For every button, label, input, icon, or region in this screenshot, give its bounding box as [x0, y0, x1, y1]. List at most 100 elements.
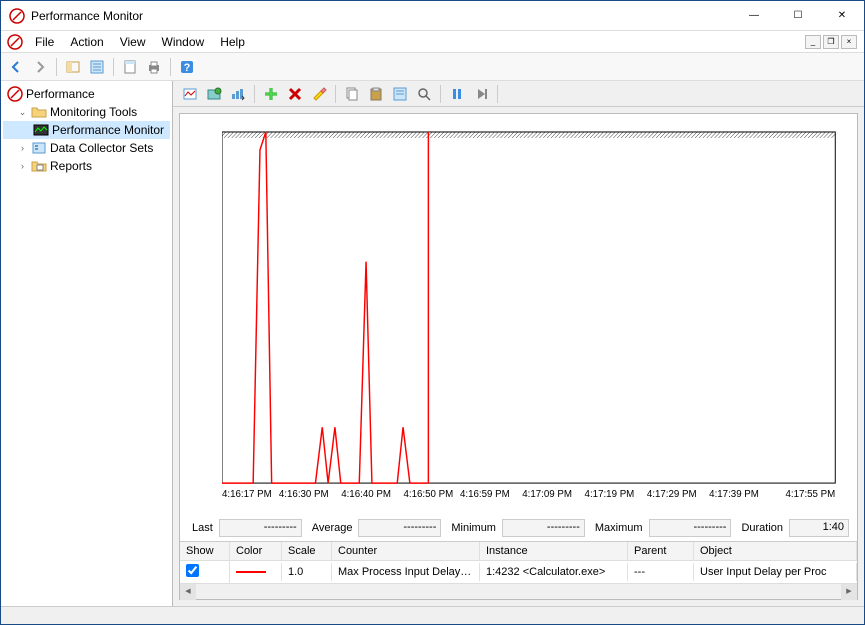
view-current-button[interactable]	[179, 83, 201, 105]
cell-object: User Input Delay per Proc	[694, 563, 857, 581]
expander-icon[interactable]: ⌄	[17, 107, 28, 118]
reports-icon	[31, 158, 47, 174]
help-button[interactable]: ?	[176, 56, 198, 78]
duration-value: 1:40	[789, 519, 849, 537]
paste-button[interactable]	[365, 83, 387, 105]
cell-parent: ---	[628, 563, 694, 581]
counter-table: Show Color Scale Counter Instance Parent…	[180, 541, 857, 599]
header-counter[interactable]: Counter	[332, 542, 480, 560]
tree-monitoring-tools[interactable]: ⌄ Monitoring Tools	[3, 103, 170, 121]
navigation-tree[interactable]: Performance ⌄ Monitoring Tools Performan…	[1, 81, 173, 606]
tree-perfmon-label: Performance Monitor	[52, 123, 164, 137]
svg-text:4:17:09 PM: 4:17:09 PM	[522, 489, 572, 500]
tree-reports[interactable]: › Reports	[3, 157, 170, 175]
statusbar	[1, 606, 864, 624]
menu-file[interactable]: File	[27, 33, 62, 51]
chart-type-button[interactable]	[227, 83, 249, 105]
properties-button[interactable]	[86, 56, 108, 78]
export-button[interactable]	[119, 56, 141, 78]
window-title: Performance Monitor	[31, 9, 732, 23]
maximum-value: ---------	[649, 519, 732, 537]
tree-root-performance[interactable]: Performance	[3, 85, 170, 103]
svg-text:4:17:19 PM: 4:17:19 PM	[585, 489, 635, 500]
content-pane: 100 90 80 70 60 50 40 30 20 10 0 4:	[173, 81, 864, 606]
svg-text:?: ?	[184, 62, 191, 74]
header-parent[interactable]: Parent	[628, 542, 694, 560]
copy-button[interactable]	[341, 83, 363, 105]
forward-button[interactable]	[29, 56, 51, 78]
tree-reports-label: Reports	[50, 159, 92, 173]
dcs-icon	[31, 140, 47, 156]
svg-text:4:17:39 PM: 4:17:39 PM	[709, 489, 759, 500]
cell-scale: 1.0	[282, 563, 332, 581]
horizontal-scrollbar[interactable]	[180, 583, 857, 599]
tree-data-collector-sets[interactable]: › Data Collector Sets	[3, 139, 170, 157]
counter-row[interactable]: 1.0 Max Process Input Delay (ms) 1:4232 …	[180, 561, 857, 583]
stats-row: Last --------- Average --------- Minimum…	[180, 515, 857, 541]
header-scale[interactable]: Scale	[282, 542, 332, 560]
zoom-button[interactable]	[413, 83, 435, 105]
chart-toolbar	[173, 81, 864, 107]
minimum-label: Minimum	[451, 522, 496, 534]
minimum-value: ---------	[502, 519, 585, 537]
cell-color	[230, 563, 282, 581]
back-button[interactable]	[5, 56, 27, 78]
duration-label: Duration	[741, 522, 783, 534]
maximize-button[interactable]: ☐	[776, 1, 820, 30]
menubar: File Action View Window Help _ ❐ ×	[1, 31, 864, 53]
show-checkbox[interactable]	[186, 564, 199, 577]
header-color[interactable]: Color	[230, 542, 282, 560]
svg-text:4:16:50 PM: 4:16:50 PM	[404, 489, 454, 500]
header-object[interactable]: Object	[694, 542, 857, 560]
app-icon	[9, 8, 25, 24]
close-button[interactable]: ✕	[820, 1, 864, 30]
header-show[interactable]: Show	[180, 542, 230, 560]
mdi-close[interactable]: ×	[841, 35, 857, 49]
tree-performance-monitor[interactable]: Performance Monitor	[3, 121, 170, 139]
performance-icon	[7, 86, 23, 102]
tree-root-label: Performance	[26, 87, 95, 101]
expander-icon[interactable]: ›	[17, 143, 28, 153]
svg-text:4:17:55 PM: 4:17:55 PM	[786, 489, 836, 500]
svg-text:4:16:59 PM: 4:16:59 PM	[460, 489, 510, 500]
cell-instance: 1:4232 <Calculator.exe>	[480, 563, 628, 581]
menu-help[interactable]: Help	[212, 33, 253, 51]
app-icon-small	[7, 34, 23, 50]
perfmon-icon	[33, 122, 49, 138]
chart-pane: 100 90 80 70 60 50 40 30 20 10 0 4:	[179, 113, 858, 600]
minimize-button[interactable]: —	[732, 1, 776, 30]
mdi-minimize[interactable]: _	[805, 35, 821, 49]
add-counter-button[interactable]	[260, 83, 282, 105]
menu-action[interactable]: Action	[62, 33, 111, 51]
main-area: Performance ⌄ Monitoring Tools Performan…	[1, 81, 864, 606]
counter-table-header[interactable]: Show Color Scale Counter Instance Parent…	[180, 542, 857, 561]
svg-text:4:16:40 PM: 4:16:40 PM	[341, 489, 391, 500]
main-toolbar: ?	[1, 53, 864, 81]
menu-window[interactable]: Window	[154, 33, 213, 51]
last-value: ---------	[219, 519, 302, 537]
folder-icon	[31, 104, 47, 120]
cell-counter: Max Process Input Delay (ms)	[332, 563, 480, 581]
chart-body[interactable]: 100 90 80 70 60 50 40 30 20 10 0 4:	[180, 114, 857, 515]
cell-show[interactable]	[180, 561, 230, 583]
average-label: Average	[312, 522, 353, 534]
svg-text:4:16:17 PM: 4:16:17 PM	[222, 489, 272, 500]
last-label: Last	[192, 522, 213, 534]
menu-view[interactable]: View	[112, 33, 154, 51]
chart-svg: 100 90 80 70 60 50 40 30 20 10 0 4:	[222, 124, 845, 513]
tree-monitoring-label: Monitoring Tools	[50, 105, 137, 119]
freeze-button[interactable]	[446, 83, 468, 105]
highlight-button[interactable]	[308, 83, 330, 105]
update-button[interactable]	[470, 83, 492, 105]
delete-counter-button[interactable]	[284, 83, 306, 105]
svg-text:4:17:29 PM: 4:17:29 PM	[647, 489, 697, 500]
view-log-button[interactable]	[203, 83, 225, 105]
mdi-restore[interactable]: ❐	[823, 35, 839, 49]
print-button[interactable]	[143, 56, 165, 78]
header-instance[interactable]: Instance	[480, 542, 628, 560]
average-value: ---------	[358, 519, 441, 537]
properties2-button[interactable]	[389, 83, 411, 105]
color-swatch	[236, 571, 266, 573]
show-hide-tree-button[interactable]	[62, 56, 84, 78]
expander-icon[interactable]: ›	[17, 161, 28, 171]
